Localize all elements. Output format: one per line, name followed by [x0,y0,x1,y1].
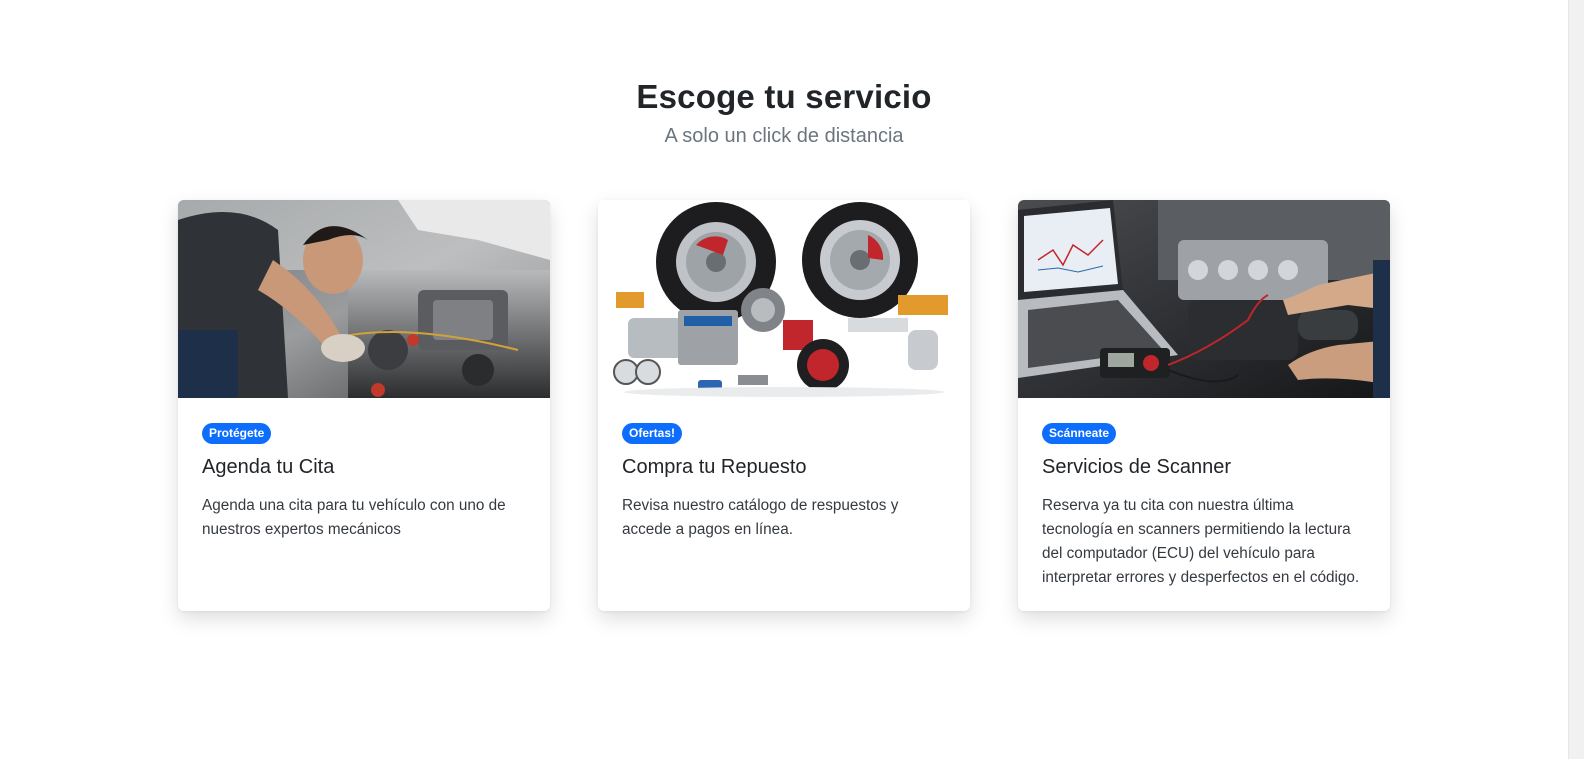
card-image-mechanic [178,200,550,398]
card-text: Reserva ya tu cita con nuestra última te… [1042,497,1360,586]
section-header: Escoge tu servicio A solo un click de di… [0,74,1568,151]
card-text: Agenda una cita para tu vehículo con uno… [202,497,506,538]
card-badge: Protégete [202,423,272,444]
card-title[interactable]: Agenda tu Cita [202,454,526,480]
service-card-agenda[interactable]: Protégete Agenda tu Cita Agenda una cita… [178,200,550,611]
vertical-scrollbar[interactable] [1568,0,1584,759]
card-title[interactable]: Servicios de Scanner [1042,454,1366,480]
service-card-scanner[interactable]: Scánneate Servicios de Scanner Reserva y… [1018,200,1390,611]
card-body: Protégete Agenda tu Cita Agenda una cita… [178,398,550,542]
card-body: Scánneate Servicios de Scanner Reserva y… [1018,398,1390,590]
service-cards: Protégete Agenda tu Cita Agenda una cita… [178,200,1390,612]
card-badge: Scánneate [1042,423,1117,444]
card-text: Revisa nuestro catálogo de respuestos y … [622,497,899,538]
card-image-auto-parts [598,200,970,398]
section-subtitle: A solo un click de distancia [664,125,904,147]
card-title[interactable]: Compra tu Repuesto [622,454,946,480]
card-body: Ofertas! Compra tu Repuesto Revisa nuest… [598,398,970,542]
scrollbar-thumb[interactable] [1572,2,1580,682]
card-badge: Ofertas! [622,423,683,444]
section-title: Escoge tu servicio [636,78,932,115]
service-card-repuesto[interactable]: Ofertas! Compra tu Repuesto Revisa nuest… [598,200,970,611]
card-image-scanner-diagnostics [1018,200,1390,398]
page: Escoge tu servicio A solo un click de di… [0,0,1584,759]
